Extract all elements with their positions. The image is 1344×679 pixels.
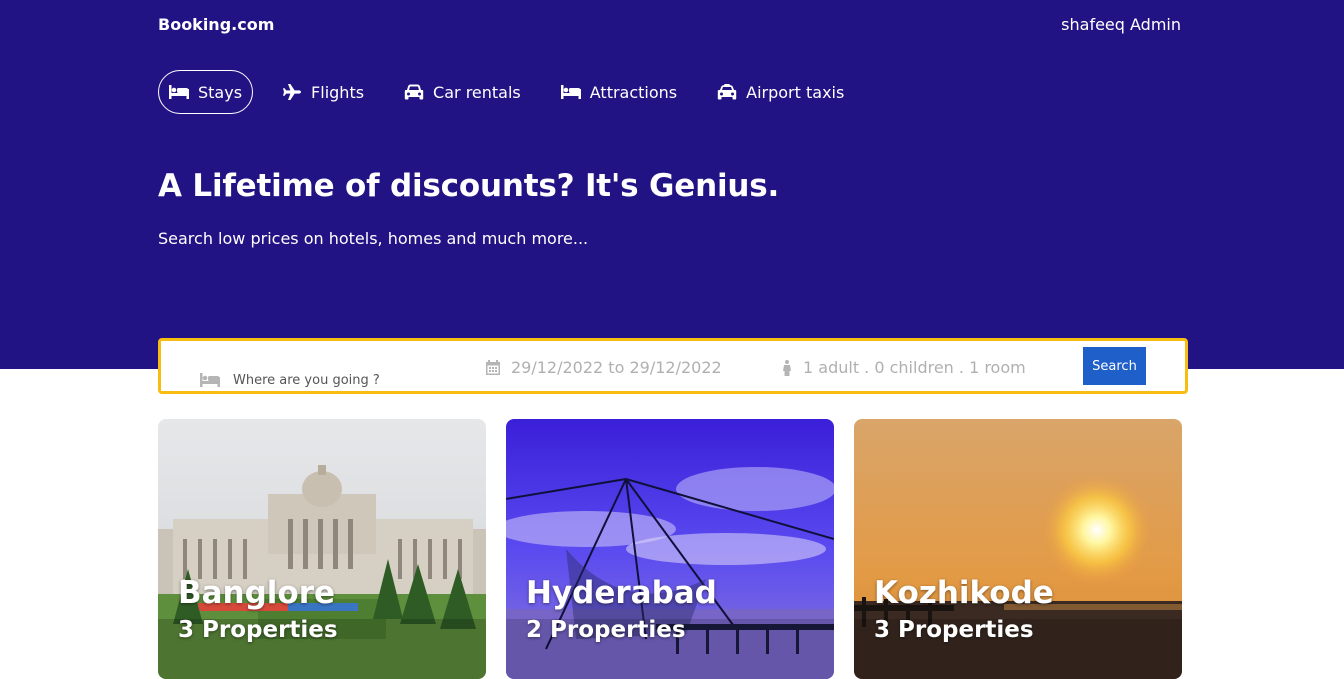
city-name: Kozhikode	[874, 575, 1054, 611]
date-field[interactable]: 29/12/2022 to 29/12/2022	[486, 358, 722, 377]
city-name: Hyderabad	[526, 575, 717, 611]
property-count: 3 Properties	[874, 617, 1034, 643]
city-card-kozhikode[interactable]: Kozhikode 3 Properties	[854, 419, 1182, 679]
plane-icon	[283, 84, 302, 100]
city-card-banglore[interactable]: Banglore 3 Properties	[158, 419, 486, 679]
property-count: 3 Properties	[178, 617, 338, 643]
nav-item-label: Car rentals	[433, 82, 521, 102]
guests-text: 1 adult . 0 children . 1 room	[803, 358, 1026, 377]
nav-item-attractions[interactable]: Attractions	[550, 70, 688, 114]
nav-item-label: Attractions	[589, 82, 678, 102]
bed-icon	[560, 85, 581, 99]
hero-subline: Search low prices on hotels, homes and m…	[158, 229, 589, 248]
city-name: Banglore	[178, 575, 336, 611]
property-count: 2 Properties	[526, 617, 686, 643]
featured-cities: Banglore 3 Properties Hyderabad 2 Proper…	[158, 419, 1202, 679]
nav-bar: Stays Flights Car rentals Attractions Ai…	[158, 70, 873, 114]
nav-item-car-rentals[interactable]: Car rentals	[393, 70, 532, 114]
destination-input[interactable]	[233, 372, 433, 388]
nav-item-label: Airport taxis	[746, 82, 845, 102]
search-bar: 29/12/2022 to 29/12/2022 1 adult . 0 chi…	[158, 338, 1188, 394]
destination-field	[200, 355, 433, 405]
search-button[interactable]: Search	[1083, 347, 1146, 385]
guests-field[interactable]: 1 adult . 0 children . 1 room	[782, 358, 1026, 377]
person-icon	[783, 359, 791, 376]
nav-item-stays[interactable]: Stays	[158, 70, 254, 114]
header: Booking.com shafeeq Admin Stays Flights …	[0, 0, 1344, 369]
car-icon	[404, 84, 424, 100]
nav-item-label: Flights	[311, 82, 365, 102]
nav-item-airport-taxis[interactable]: Airport taxis	[706, 70, 855, 114]
city-card-hyderabad[interactable]: Hyderabad 2 Properties	[506, 419, 834, 679]
hero-headline: A Lifetime of discounts? It's Genius.	[158, 168, 780, 204]
bed-icon	[200, 373, 220, 387]
logo[interactable]: Booking.com	[158, 15, 274, 34]
calendar-icon	[486, 360, 500, 375]
user-name[interactable]: shafeeq Admin	[1061, 15, 1181, 34]
nav-item-flights[interactable]: Flights	[271, 70, 375, 114]
bed-icon	[169, 85, 189, 99]
nav-item-label: Stays	[198, 82, 243, 102]
date-range-text: 29/12/2022 to 29/12/2022	[511, 358, 722, 377]
taxi-icon	[717, 84, 737, 100]
